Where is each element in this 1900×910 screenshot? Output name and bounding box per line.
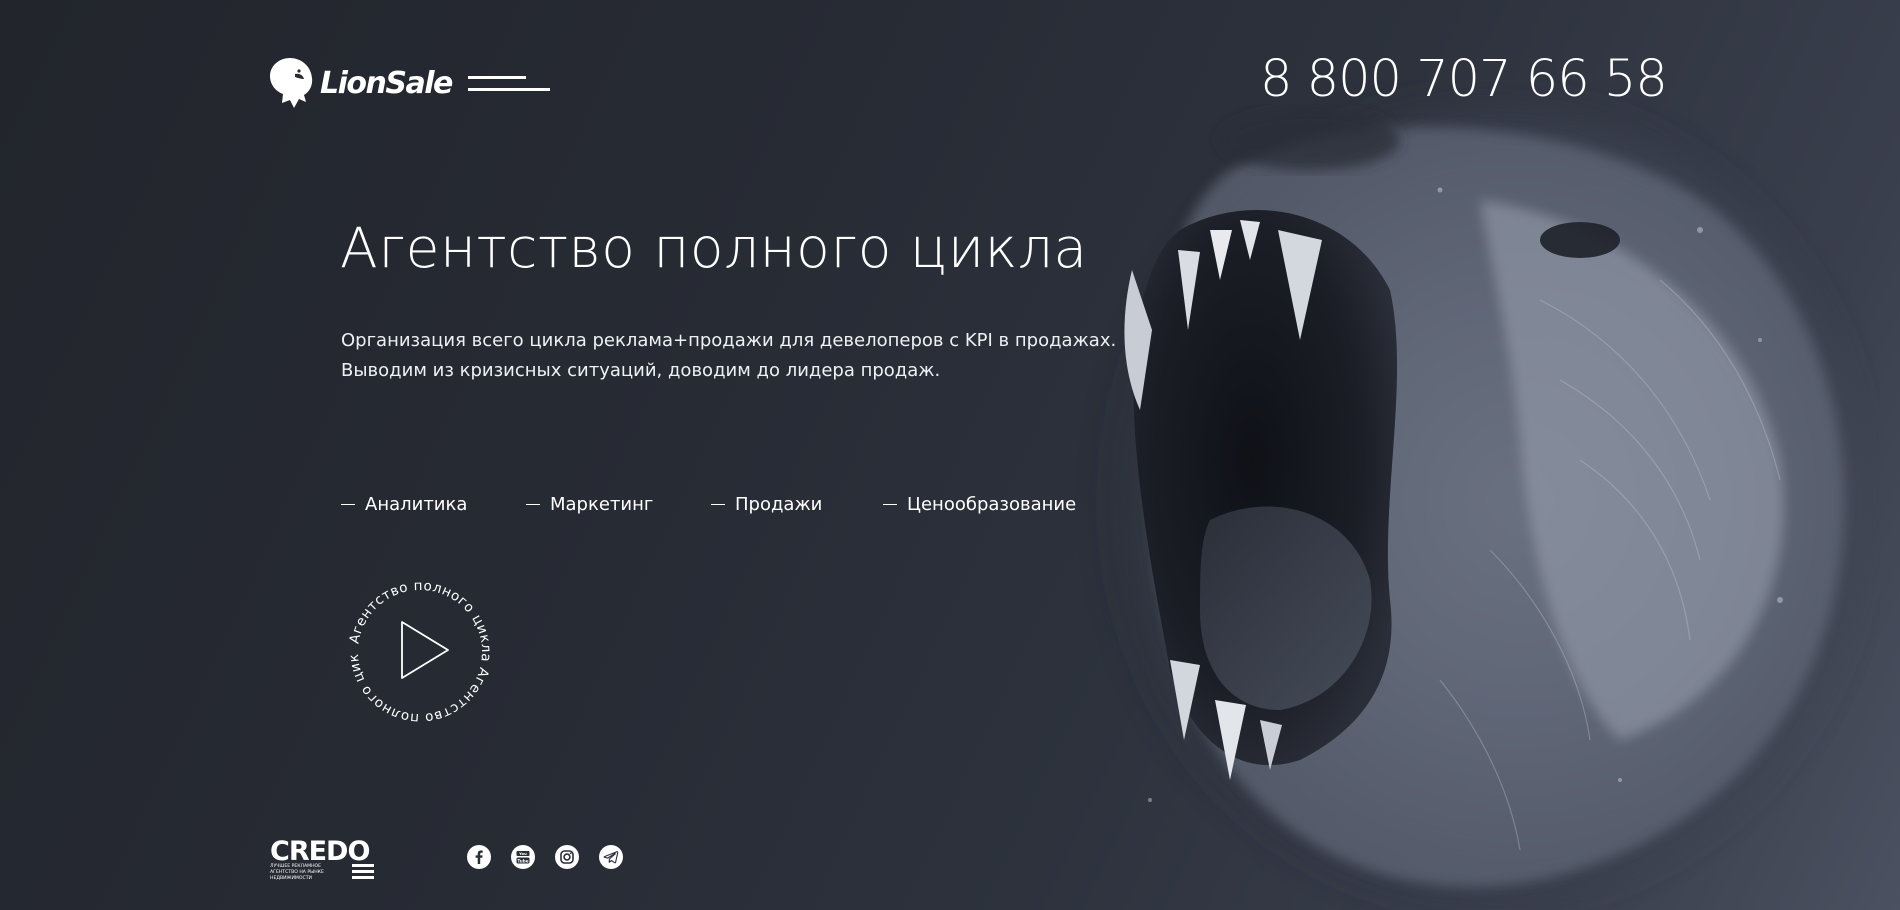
hero-description-line: Организация всего цикла реклама+продажи … — [341, 330, 1117, 351]
credo-caption-line: НЕДВИЖИМОСТИ — [270, 875, 312, 881]
service-label: Аналитика — [365, 494, 468, 515]
service-item-sales: Продажи — [711, 494, 883, 515]
dash-icon — [711, 504, 725, 505]
play-badge-graphic: Агентство полного цикла Агентство полног… — [340, 572, 494, 726]
roaring-lion-image — [1100, 100, 1860, 900]
service-label: Продажи — [735, 494, 823, 515]
service-label: Ценообразование — [907, 494, 1077, 515]
menu-line-icon — [468, 88, 550, 91]
service-item-analytics: Аналитика — [341, 494, 526, 515]
dash-icon — [526, 504, 540, 505]
badge-ring-text: Агентство полного цикла Агентство полног… — [340, 572, 494, 726]
credo-award-badge: CREDO ЛУЧШЕЕ РЕКЛАМНОЕ АГЕНТСТВО НА РЫНК… — [270, 836, 376, 882]
dash-icon — [883, 504, 897, 505]
dash-icon — [341, 504, 355, 505]
facebook-icon[interactable] — [467, 845, 491, 869]
hero-description: Организация всего цикла реклама+продажи … — [341, 326, 1116, 386]
menu-line-icon — [468, 76, 526, 79]
play-video-button[interactable]: Агентство полного цикла Агентство полног… — [340, 572, 500, 732]
youtube-icon[interactable]: Tube You — [511, 845, 535, 869]
social-links: Tube You — [467, 845, 623, 869]
credo-logo-text: CREDO — [270, 836, 369, 867]
service-item-pricing: Ценообразование — [883, 494, 1083, 515]
hamburger-menu-button[interactable] — [468, 74, 550, 96]
logo-wordmark: LionSale — [320, 65, 453, 101]
lion-head-icon — [270, 58, 313, 108]
hero-title: Агентство полного цикла — [340, 216, 1088, 280]
phone-number-link[interactable]: 8 800 707 66 58 — [1260, 50, 1668, 109]
play-icon — [401, 621, 449, 679]
telegram-icon[interactable] — [599, 845, 623, 869]
service-label: Маркетинг — [550, 494, 654, 515]
service-item-marketing: Маркетинг — [526, 494, 711, 515]
instagram-icon[interactable] — [555, 845, 579, 869]
credo-caption-line: ЛУЧШЕЕ РЕКЛАМНОЕ — [270, 863, 321, 869]
svg-text:Tube: Tube — [517, 858, 528, 863]
svg-text:You: You — [518, 851, 527, 856]
lionsale-logo[interactable]: LionSale — [268, 56, 453, 110]
hero-description-line: Выводим из кризисных ситуаций, доводим д… — [341, 360, 941, 381]
services-list: Аналитика Маркетинг Продажи Ценообразова… — [341, 494, 1083, 515]
credo-caption-line: АГЕНТСТВО НА РЫНКЕ — [270, 869, 324, 875]
